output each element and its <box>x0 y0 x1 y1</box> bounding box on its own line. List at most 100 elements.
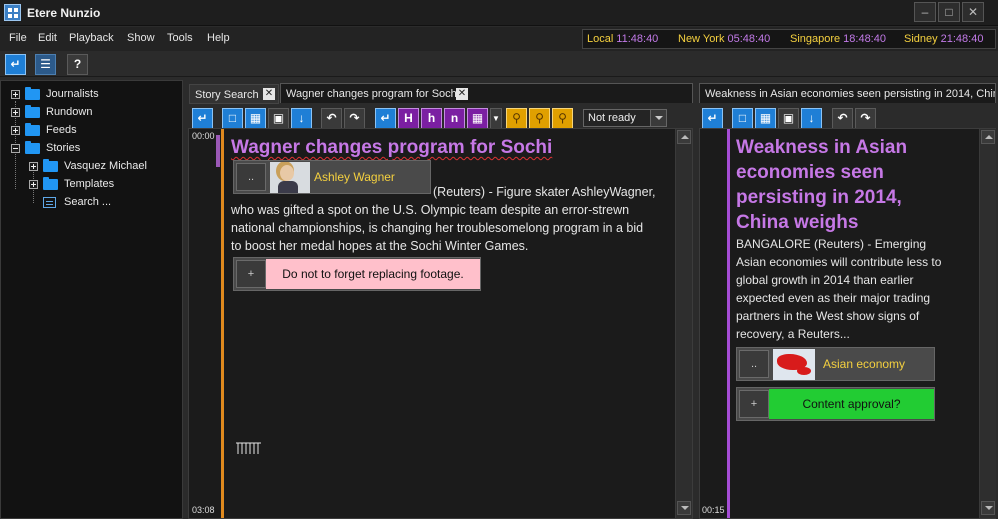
folder-open-icon: ▦ <box>249 111 262 125</box>
story-icon-button[interactable]: ↵ <box>192 108 213 129</box>
tree-item-templates[interactable]: Templates <box>29 176 179 194</box>
list-icon: ☰ <box>40 57 51 71</box>
download-icon: ↓ <box>808 111 815 125</box>
expand-icon[interactable] <box>11 90 20 99</box>
scroll-down-icon[interactable] <box>981 501 995 515</box>
new-document-icon: □ <box>738 111 747 125</box>
cursor-marker-icon <box>236 442 261 454</box>
minimize-button[interactable]: – <box>914 2 936 22</box>
search-person-button[interactable]: ⚲ <box>529 108 550 129</box>
editor-scrollbar[interactable] <box>675 129 692 518</box>
story-icon: ↵ <box>197 111 208 125</box>
editor-scrollbar[interactable] <box>979 129 996 518</box>
heading-tiny-icon: n <box>450 111 459 125</box>
more-dropdown-button[interactable]: ▼ <box>490 108 502 129</box>
media-options-button[interactable]: .. <box>739 350 769 378</box>
note-text: Do not to forget replacing footage. <box>266 259 480 289</box>
link-icon: ↵ <box>380 111 391 125</box>
tree-item-journalists[interactable]: Journalists <box>11 86 176 104</box>
undo-button[interactable]: ↶ <box>321 108 342 129</box>
tree-item-rundown[interactable]: Rundown <box>11 104 176 122</box>
help-icon-button[interactable]: ? <box>67 54 88 75</box>
timeline-column: 00:00 03:08 <box>190 129 216 518</box>
add-note-button[interactable]: + <box>236 260 266 288</box>
story-editor-asian-economy[interactable]: 00:15 Weakness in Asian economies seen p… <box>699 128 996 519</box>
blocks-icon: ▦ <box>471 111 484 125</box>
media-options-button[interactable]: .. <box>236 163 266 191</box>
story-editor-toolbar: ↵ □ ▦ ▣ ↓ ↶ ↷ ↵ H h n ▦ ▼ ⚲ ⚲ ⚲ Not read… <box>188 106 692 130</box>
menu-edit[interactable]: Edit <box>38 32 57 44</box>
expand-icon[interactable] <box>29 162 38 171</box>
menu-file[interactable]: File <box>9 32 27 44</box>
story-body: BANGALORE (Reuters) - Emerging Asian eco… <box>736 237 942 341</box>
scroll-up-icon[interactable] <box>677 130 691 144</box>
story-title[interactable]: Wagner changes program for Sochi <box>231 135 552 160</box>
redo-icon: ↷ <box>860 111 871 125</box>
save-button[interactable]: ▣ <box>268 108 289 129</box>
clock-local: Local 11:48:40 <box>587 33 659 45</box>
story-editor-wagner[interactable]: 00:00 03:08 Wagner changes program for S… <box>188 128 693 519</box>
media-clip-asian-economy[interactable]: .. Asian economy <box>736 347 935 381</box>
tree-item-feeds[interactable]: Feeds <box>11 122 176 140</box>
collapse-icon[interactable] <box>11 144 20 153</box>
status-select[interactable]: Not ready <box>583 109 667 127</box>
folder-icon <box>25 141 40 154</box>
close-window-button[interactable]: ✕ <box>962 2 984 22</box>
new-document-icon: □ <box>228 111 237 125</box>
search-media-button[interactable]: ⚲ <box>552 108 573 129</box>
story-icon-button[interactable]: ↵ <box>702 108 723 129</box>
story-icon-button[interactable]: ↵ <box>5 54 26 75</box>
maximize-button[interactable]: □ <box>938 2 960 22</box>
redo-icon: ↷ <box>349 111 360 125</box>
new-document-button[interactable]: □ <box>732 108 753 129</box>
tree-item-vasquez-michael[interactable]: Vasquez Michael <box>29 158 179 176</box>
note-reminder[interactable]: + Do not to forget replacing footage. <box>233 257 481 291</box>
expand-icon[interactable] <box>11 126 20 135</box>
link-story-button[interactable]: ↵ <box>375 108 396 129</box>
download-button[interactable]: ↓ <box>801 108 822 129</box>
redo-button[interactable]: ↷ <box>855 108 876 129</box>
media-clip-label: Asian economy <box>823 357 906 371</box>
close-tab-icon[interactable]: ✕ <box>263 88 275 100</box>
title-bar: Etere Nunzio – □ ✕ <box>0 0 998 26</box>
story-title[interactable]: Weakness in Asian economies seen persist… <box>736 135 946 235</box>
tab-wagner-story[interactable]: Wagner changes program for Sochi <box>280 83 693 103</box>
close-tab-icon[interactable]: ✕ <box>456 88 468 100</box>
new-document-button[interactable]: □ <box>222 108 243 129</box>
tab-asian-economy-story[interactable]: Weakness in Asian economies seen persist… <box>699 83 996 103</box>
undo-button[interactable]: ↶ <box>832 108 853 129</box>
story-duration-bar <box>727 129 730 518</box>
add-note-button[interactable]: + <box>739 390 769 418</box>
media-thumbnail <box>270 162 310 193</box>
world-clocks: Local 11:48:40 New York 05:48:40 Singapore… <box>582 29 996 49</box>
media-clip-ashley-wagner[interactable]: .. Ashley Wagner <box>233 160 431 194</box>
folder-icon <box>25 105 40 118</box>
media-thumbnail <box>773 349 815 380</box>
redo-button[interactable]: ↷ <box>344 108 365 129</box>
download-button[interactable]: ↓ <box>291 108 312 129</box>
heading3-button[interactable]: n <box>444 108 465 129</box>
time-end: 00:15 <box>702 505 725 515</box>
search-button[interactable]: ⚲ <box>506 108 527 129</box>
key-icon: ⚲ <box>512 111 521 125</box>
open-folder-button[interactable]: ▦ <box>245 108 266 129</box>
folder-open-icon: ▦ <box>759 111 772 125</box>
rundown-icon-button[interactable]: ☰ <box>35 54 56 75</box>
scroll-down-icon[interactable] <box>677 501 691 515</box>
insert-block-button[interactable]: ▦ <box>467 108 488 129</box>
expand-icon[interactable] <box>29 180 38 189</box>
menu-tools[interactable]: Tools <box>167 32 193 44</box>
menu-help[interactable]: Help <box>207 32 230 44</box>
menu-show[interactable]: Show <box>127 32 155 44</box>
note-content-approval[interactable]: + Content approval? <box>736 387 935 421</box>
tree-item-search[interactable]: Search ... <box>29 194 179 212</box>
search-media-icon: ⚲ <box>558 111 567 125</box>
heading2-button[interactable]: h <box>421 108 442 129</box>
scroll-up-icon[interactable] <box>981 130 995 144</box>
open-folder-button[interactable]: ▦ <box>755 108 776 129</box>
save-button[interactable]: ▣ <box>778 108 799 129</box>
expand-icon[interactable] <box>11 108 20 117</box>
tree-item-stories[interactable]: Stories <box>11 140 176 158</box>
menu-playback[interactable]: Playback <box>69 32 114 44</box>
heading1-button[interactable]: H <box>398 108 419 129</box>
